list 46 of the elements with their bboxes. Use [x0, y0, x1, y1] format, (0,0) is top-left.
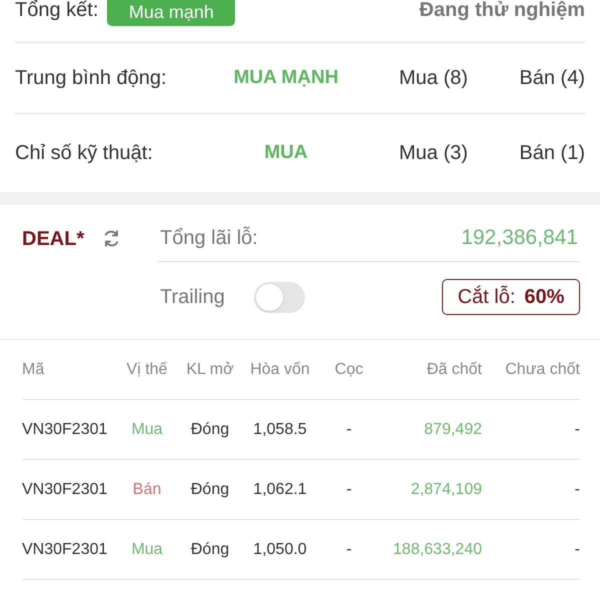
deal-title: DEAL* [22, 226, 84, 252]
unrealized-pnl: - [574, 480, 580, 500]
signal-text: MUA [264, 140, 308, 165]
breakeven-price: 1,062.1 [253, 480, 307, 500]
contract-code: VN30F2301 [22, 540, 108, 560]
position-text: Mua [131, 420, 163, 440]
total-pnl-label: Tổng lãi lỗ: [160, 226, 258, 251]
indicator-label: Trung bình động: [15, 66, 167, 91]
summary-badge: Mua mạnh [107, 0, 236, 26]
volume-status: Đóng [190, 420, 230, 440]
contract-code: VN30F2301 [22, 480, 108, 500]
breakeven-price: 1,050.0 [253, 540, 307, 560]
total-pnl-value: 192,386,841 [461, 225, 578, 252]
deposit-value: - [346, 540, 352, 560]
column-header: Vị thế [126, 360, 168, 380]
indicator-label: Chỉ số kỹ thuật: [15, 141, 153, 166]
buy-count: Mua (3) [399, 141, 468, 166]
status-text: Đang thử nghiệm [419, 0, 585, 23]
column-header: KL mở [186, 360, 234, 380]
unrealized-pnl: - [574, 540, 580, 560]
column-header: Mã [22, 360, 44, 380]
contract-code: VN30F2301 [22, 420, 108, 440]
deposit-value: - [346, 420, 352, 440]
position-text: Bán [132, 480, 162, 500]
sell-count: Bán (4) [519, 66, 585, 91]
volume-status: Đóng [190, 540, 230, 560]
realized-pnl: 2,874,109 [410, 480, 482, 500]
realized-pnl: 879,492 [424, 420, 482, 440]
realized-pnl: 188,633,240 [393, 540, 482, 560]
summary-label: Tổng kết: [15, 0, 98, 23]
trailing-toggle[interactable] [254, 282, 305, 312]
breakeven-price: 1,058.5 [253, 420, 307, 440]
sell-count: Bán (1) [519, 141, 585, 166]
stop-loss-value: 60% [524, 285, 564, 310]
signal-text: MUA MẠNH [234, 66, 338, 90]
stop-loss-label: Cắt lỗ: [458, 284, 516, 310]
column-header: Hòa vốn [250, 360, 310, 380]
column-header: Chưa chốt [505, 360, 580, 380]
deposit-value: - [346, 480, 352, 500]
unrealized-pnl: - [574, 420, 580, 440]
buy-count: Mua (8) [399, 66, 468, 91]
trailing-label: Trailing [160, 285, 226, 310]
position-text: Mua [131, 540, 163, 560]
column-header: Cọc [334, 360, 364, 380]
column-header: Đã chốt [426, 360, 482, 380]
volume-status: Đóng [190, 480, 230, 500]
